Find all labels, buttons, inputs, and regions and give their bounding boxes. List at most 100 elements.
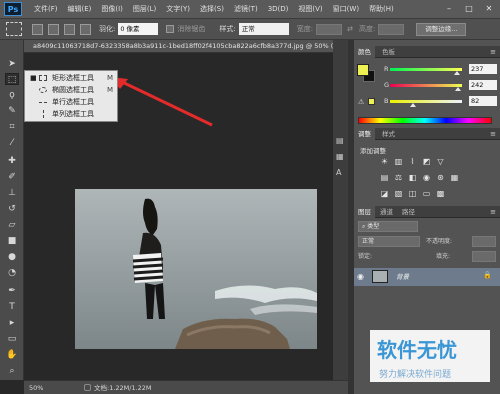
menu-layer[interactable]: 图层(L)	[133, 4, 156, 14]
slider-knob[interactable]	[453, 71, 460, 75]
menu-3d[interactable]: 3D(D)	[268, 5, 289, 13]
slider-track[interactable]	[390, 68, 462, 71]
layer-name[interactable]: 背景	[396, 268, 409, 286]
history-brush-tool-icon[interactable]: ↺	[5, 203, 19, 215]
slider-track[interactable]	[390, 84, 462, 87]
close-button[interactable]: ✕	[482, 3, 496, 14]
channel-mixer-icon[interactable]: ⊛	[436, 173, 445, 182]
flyout-item-column-marquee[interactable]: 单列选框工具	[25, 108, 119, 120]
tab-channels[interactable]: 通道	[376, 206, 397, 218]
layer-kind-filter[interactable]: ⌕ 类型	[358, 221, 418, 232]
subtract-selection-icon[interactable]	[64, 23, 75, 35]
blue-value-input[interactable]: 82	[469, 96, 497, 106]
swap-icon[interactable]: ⇄	[347, 25, 353, 33]
zoom-tool-icon[interactable]: ⌕	[5, 365, 19, 377]
slider-knob[interactable]	[410, 103, 417, 107]
green-value-input[interactable]: 242	[469, 80, 497, 90]
move-tool-icon[interactable]: ➤	[5, 58, 19, 70]
healing-tool-icon[interactable]: ✚	[5, 155, 19, 167]
gamut-swatch-icon[interactable]	[368, 98, 375, 105]
character-panel-icon[interactable]: A	[336, 168, 341, 177]
black-white-icon[interactable]: ◧	[408, 173, 417, 182]
red-slider[interactable]: R 237	[384, 64, 497, 76]
maximize-button[interactable]: □	[462, 3, 476, 14]
status-menu-icon[interactable]	[84, 384, 91, 391]
feather-input[interactable]: 0 像素	[118, 23, 159, 35]
style-select[interactable]: 正常	[238, 23, 289, 35]
vibrance-icon[interactable]: ▽	[436, 157, 445, 166]
slider-knob[interactable]	[455, 87, 462, 91]
opacity-input[interactable]	[472, 236, 496, 247]
shape-tool-icon[interactable]: ▭	[5, 333, 19, 345]
menu-type[interactable]: 文字(Y)	[166, 4, 190, 14]
gradient-map-icon[interactable]: ▭	[422, 189, 431, 198]
minimize-button[interactable]: –	[442, 3, 456, 14]
visibility-eye-icon[interactable]: ◉	[357, 272, 364, 281]
fill-input[interactable]	[472, 251, 496, 262]
color-spectrum-bar[interactable]	[358, 117, 492, 124]
posterize-icon[interactable]: ▧	[394, 189, 403, 198]
tab-styles[interactable]: 样式	[378, 128, 399, 140]
blend-mode-select[interactable]: 正常	[358, 236, 420, 247]
eraser-tool-icon[interactable]: ▱	[5, 219, 19, 231]
path-select-tool-icon[interactable]: ▸	[5, 317, 19, 329]
add-selection-icon[interactable]	[48, 23, 59, 35]
invert-icon[interactable]: ◪	[380, 189, 389, 198]
menu-image[interactable]: 图像(I)	[101, 4, 123, 14]
gradient-tool-icon[interactable]: ■	[5, 235, 19, 247]
brush-tool-icon[interactable]: ✐	[5, 171, 19, 183]
stamp-tool-icon[interactable]: ⊥	[5, 187, 19, 199]
new-selection-icon[interactable]	[32, 23, 43, 35]
width-input[interactable]	[316, 23, 343, 35]
quick-select-tool-icon[interactable]: ✎	[5, 105, 19, 117]
menu-edit[interactable]: 编辑(E)	[68, 4, 92, 14]
slider-track[interactable]	[390, 100, 462, 103]
red-value-input[interactable]: 237	[469, 64, 497, 74]
threshold-icon[interactable]: ◫	[408, 189, 417, 198]
flyout-item-row-marquee[interactable]: 单行选框工具	[25, 96, 119, 108]
menu-filter[interactable]: 滤镜(T)	[234, 4, 258, 14]
tab-paths[interactable]: 路径	[398, 206, 419, 218]
flyout-item-ellipse-marquee[interactable]: 椭圆选框工具 M	[25, 84, 119, 96]
curves-icon[interactable]: ⌇	[408, 157, 417, 166]
refine-edge-button[interactable]: 调整边缘...	[416, 22, 467, 36]
tab-swatches[interactable]: 色板	[378, 46, 399, 58]
pen-tool-icon[interactable]: ✒	[5, 285, 19, 297]
type-tool-icon[interactable]: T	[5, 301, 19, 313]
marquee-preset-icon[interactable]	[6, 22, 22, 36]
menu-file[interactable]: 文件(F)	[34, 4, 58, 14]
dodge-tool-icon[interactable]: ◔	[5, 267, 19, 279]
menu-select[interactable]: 选择(S)	[200, 4, 224, 14]
menu-help[interactable]: 帮助(H)	[369, 4, 394, 14]
exposure-icon[interactable]: ◩	[422, 157, 431, 166]
hand-tool-icon[interactable]: ✋	[5, 349, 19, 361]
flyout-item-rect-marquee[interactable]: ■ 矩形选框工具 M	[25, 72, 119, 84]
blue-slider[interactable]: B 82	[384, 96, 497, 108]
lasso-tool-icon[interactable]: ϙ	[5, 89, 19, 101]
tab-color[interactable]: 颜色	[354, 46, 375, 58]
foreground-color-swatch[interactable]	[357, 64, 369, 76]
color-balance-icon[interactable]: ⚖	[394, 173, 403, 182]
blur-tool-icon[interactable]: ●	[5, 251, 19, 263]
intersect-selection-icon[interactable]	[80, 23, 91, 35]
height-input[interactable]	[378, 23, 405, 35]
hue-saturation-icon[interactable]: ▤	[380, 173, 389, 182]
history-panel-icon[interactable]: ▤	[336, 136, 344, 145]
marquee-tool-icon[interactable]: ⬚	[5, 73, 19, 85]
crop-tool-icon[interactable]: ⌗	[5, 121, 19, 133]
properties-panel-icon[interactable]: ▦	[336, 152, 344, 161]
menu-view[interactable]: 视图(V)	[298, 4, 322, 14]
photo-filter-icon[interactable]: ◉	[422, 173, 431, 182]
antialias-checkbox[interactable]	[166, 25, 175, 33]
tab-adjustments[interactable]: 调整	[354, 128, 375, 140]
selective-color-icon[interactable]: ▩	[436, 189, 445, 198]
color-lookup-icon[interactable]: ▦	[450, 173, 459, 182]
levels-icon[interactable]: ▥	[394, 157, 403, 166]
document-tab[interactable]: a8409c11063718d7-6323358a8b3a911c-1bed18…	[24, 40, 348, 53]
tab-layers[interactable]: 图层	[354, 206, 375, 218]
zoom-level[interactable]: 50%	[29, 381, 43, 394]
menu-window[interactable]: 窗口(W)	[333, 4, 359, 14]
panel-menu-icon[interactable]: ≡	[490, 46, 496, 58]
green-slider[interactable]: G 242	[384, 80, 497, 92]
panel-menu-icon[interactable]: ≡	[490, 206, 496, 218]
